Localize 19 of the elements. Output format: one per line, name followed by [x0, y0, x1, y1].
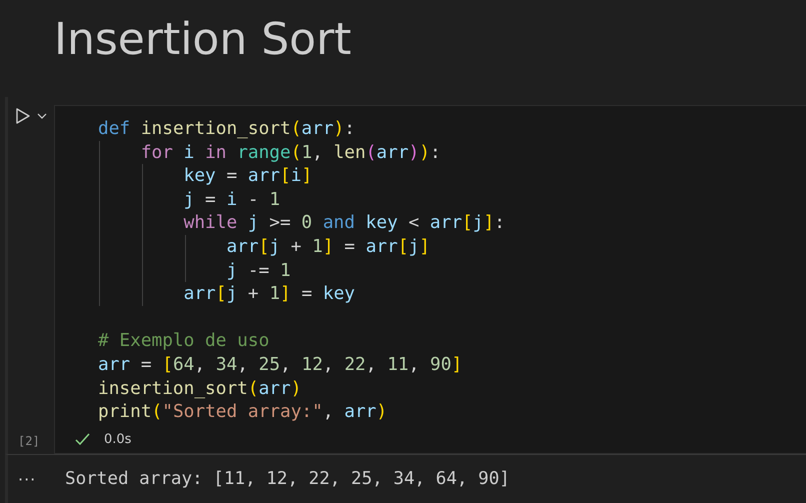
notebook-heading: Insertion Sort: [53, 13, 352, 67]
output-text: Sorted array: [11, 12, 22, 25, 34, 64, 90]: [65, 469, 510, 489]
code-line: insertion_sort(arr): [98, 376, 302, 400]
code-line: def insertion_sort(arr):: [98, 117, 355, 141]
code-line: for i in range(1, len(arr)):: [140, 140, 441, 164]
chevron-down-icon[interactable]: [37, 113, 47, 119]
code-line: key = arr[i]: [184, 164, 312, 188]
code-line: arr[j + 1] = key: [184, 282, 355, 306]
output-menu[interactable]: ···: [8, 470, 65, 488]
code-line: # Exemplo de uso: [98, 329, 270, 353]
code-line: while j >= 0 and key < arr[j]:: [184, 211, 505, 235]
execution-count: [2]: [17, 434, 41, 448]
code-line: arr = [64, 34, 25, 12, 22, 11, 90]: [98, 352, 462, 377]
code-line: j -= 1: [226, 258, 291, 282]
code-line: print("Sorted array:", arr): [98, 400, 388, 424]
execution-time: 0.0s: [104, 432, 132, 447]
code-line: arr[j + 1] = arr[j]: [226, 234, 430, 259]
run-icon[interactable]: [15, 107, 31, 125]
code-line: j = i - 1: [184, 188, 280, 212]
